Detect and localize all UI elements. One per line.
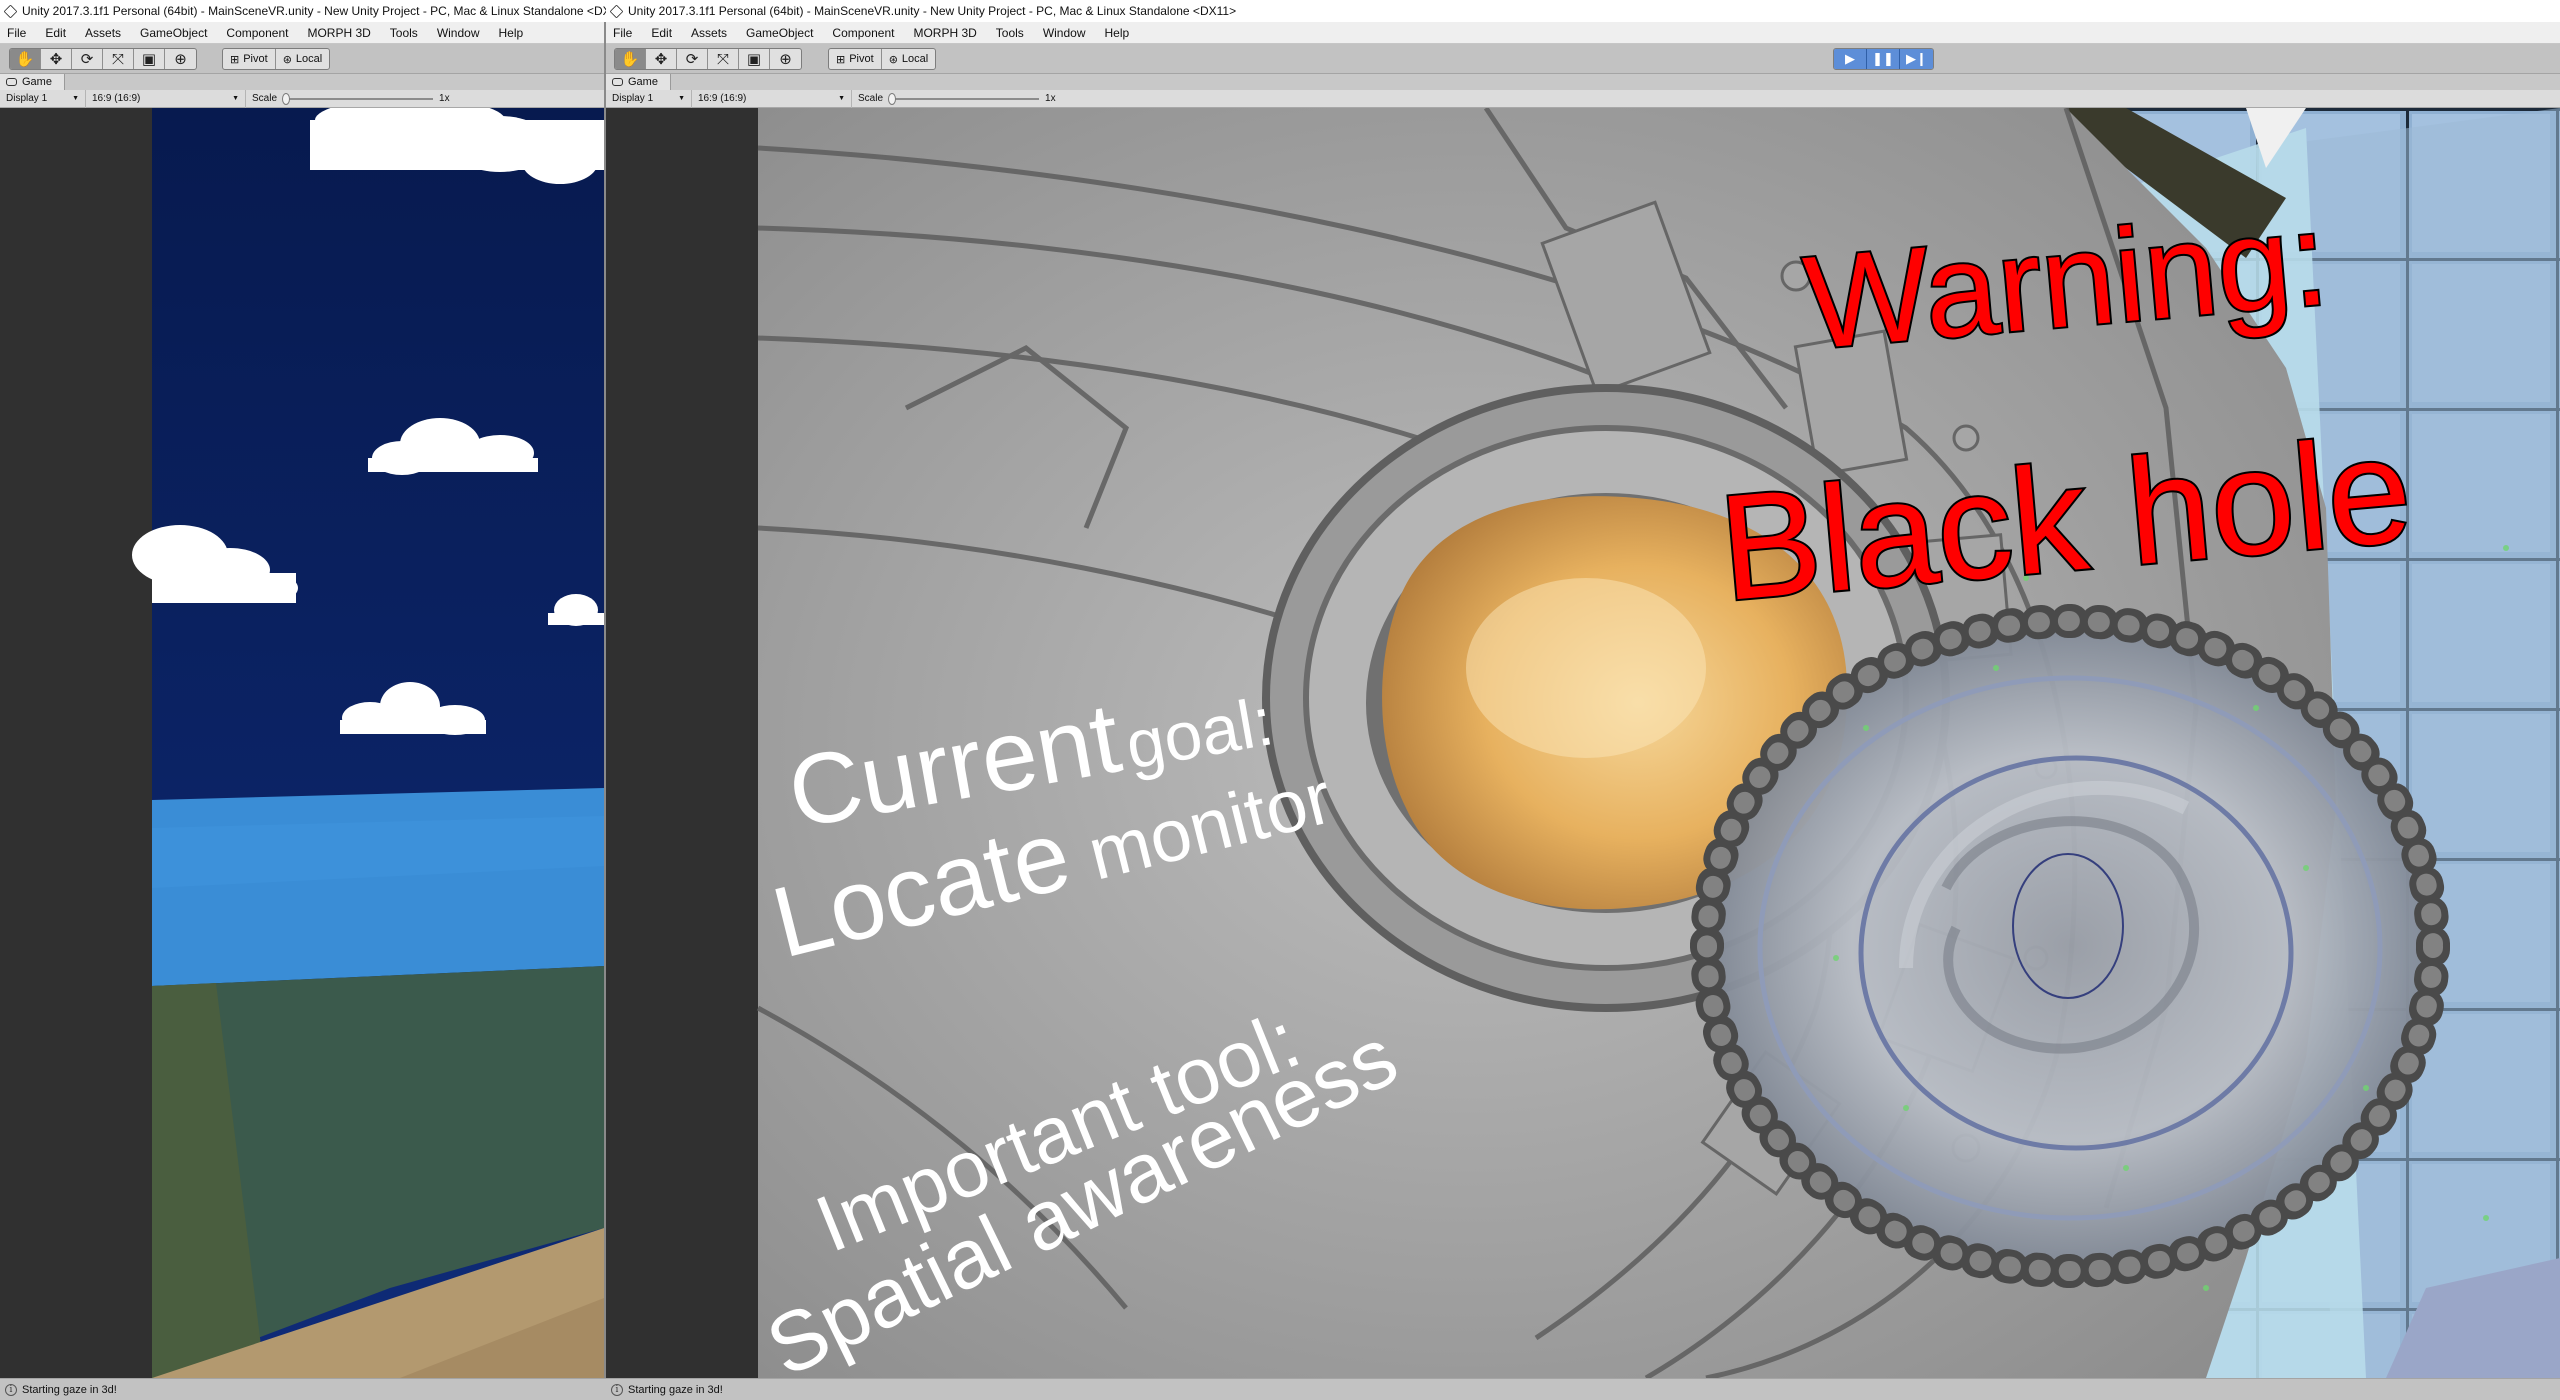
scene-render-right: Warning: Black hole Current goal: Locate… [606, 108, 2560, 1378]
panel-tab-row: Game [0, 74, 604, 90]
local-icon: ⊛ [888, 53, 898, 66]
scale-control: Scale 1x [252, 92, 450, 105]
menu-morph3d[interactable]: MORPH 3D [913, 26, 976, 40]
menu-component[interactable]: Component [832, 26, 894, 40]
menu-edit[interactable]: Edit [45, 26, 66, 40]
pivot-button[interactable]: ⊞ Pivot [829, 49, 882, 69]
scale-control: Scale 1x [858, 92, 1056, 105]
dropdown-arrow-icon: ▼ [232, 95, 239, 102]
main-toolbar: ✋ ✥ ⟳ ⤧ ▣ ⊕ ⊞ Pivot ⊛ Local ✋ ✥ ⟳ ⤧ ▣ ⊕ ⊞ P… [0, 44, 2560, 74]
move-icon[interactable]: ✥ [646, 49, 677, 69]
info-icon: i [611, 1384, 623, 1396]
local-icon: ⊛ [282, 53, 292, 66]
scale-icon[interactable]: ⤧ [708, 49, 739, 69]
scene-render-left [132, 108, 604, 1378]
local-button[interactable]: ⊛ Local [276, 49, 330, 69]
rect-icon[interactable]: ▣ [134, 49, 165, 69]
step-icon[interactable]: ▶❙ [1900, 49, 1933, 69]
status-text[interactable]: Starting gaze in 3d! [628, 1384, 723, 1396]
status-text[interactable]: Starting gaze in 3d! [22, 1384, 117, 1396]
transform-icon[interactable]: ⊕ [165, 49, 196, 69]
title-bar: Unity 2017.3.1f1 Personal (64bit) - Main… [0, 0, 2560, 22]
pause-icon[interactable]: ❚❚ [1867, 49, 1900, 69]
menu-window[interactable]: Window [437, 26, 480, 40]
game-viewport-left[interactable] [0, 108, 604, 1378]
scale-slider-handle[interactable] [888, 92, 897, 105]
window-title-text: Unity 2017.3.1f1 Personal (64bit) - Main… [628, 4, 1237, 18]
rect-icon[interactable]: ▣ [739, 49, 770, 69]
scale-slider[interactable] [282, 92, 434, 105]
window-title-text: Unity 2017.3.1f1 Personal (64bit) - Main… [22, 4, 606, 18]
pivot-button[interactable]: ⊞ Pivot [223, 49, 276, 69]
sea [152, 788, 604, 986]
status-left: i Starting gaze in 3d! [0, 1379, 117, 1400]
menu-assets[interactable]: Assets [691, 26, 727, 40]
menu-help[interactable]: Help [499, 26, 524, 40]
rotate-icon[interactable]: ⟳ [72, 49, 103, 69]
unity-icon [609, 4, 624, 18]
rotate-icon[interactable]: ⟳ [677, 49, 708, 69]
status-bar: i Starting gaze in 3d! i Starting gaze i… [0, 1378, 2560, 1400]
window-title-left: Unity 2017.3.1f1 Personal (64bit) - Main… [0, 0, 606, 22]
pivot-icon: ⊞ [836, 53, 846, 66]
pivot-icon: ⊞ [230, 53, 240, 66]
scale-icon[interactable]: ⤧ [103, 49, 134, 69]
transform-tools: ✋ ✥ ⟳ ⤧ ▣ ⊕ [614, 48, 802, 70]
menu-tools[interactable]: Tools [390, 26, 418, 40]
transform-tools: ✋ ✥ ⟳ ⤧ ▣ ⊕ [9, 48, 197, 70]
status-right: i Starting gaze in 3d! [606, 1379, 723, 1400]
pivot-toggle-group: ⊞ Pivot ⊛ Local [222, 48, 331, 70]
play-controls: ▶ ❚❚ ▶❙ [1833, 48, 1934, 70]
game-viewport-right[interactable]: Warning: Black hole Current goal: Locate… [606, 108, 2560, 1378]
game-panel-left: Game Display 1 ▼ 16:9 (16:9) ▼ Scale 1x [0, 74, 604, 1378]
menu-component[interactable]: Component [226, 26, 288, 40]
hand-icon[interactable]: ✋ [615, 49, 646, 69]
menu-tools[interactable]: Tools [996, 26, 1024, 40]
tab-game[interactable]: Game [0, 74, 65, 90]
display-dropdown[interactable]: Display 1 ▼ [606, 89, 692, 108]
move-icon[interactable]: ✥ [41, 49, 72, 69]
game-view-toolbar: Display 1 ▼ 16:9 (16:9) ▼ Scale 1x [0, 89, 604, 108]
menu-help[interactable]: Help [1105, 26, 1130, 40]
aspect-dropdown[interactable]: 16:9 (16:9) ▼ [692, 89, 852, 108]
game-controller-icon [612, 78, 623, 86]
tab-game[interactable]: Game [606, 74, 671, 90]
transform-icon[interactable]: ⊕ [770, 49, 801, 69]
display-dropdown[interactable]: Display 1 ▼ [0, 89, 86, 108]
menu-file[interactable]: File [7, 26, 26, 40]
menu-morph3d[interactable]: MORPH 3D [307, 26, 370, 40]
menu-group-right: File Edit Assets GameObject Component MO… [606, 22, 1129, 44]
game-controller-icon [6, 78, 17, 86]
menu-gameobject[interactable]: GameObject [746, 26, 813, 40]
menu-group-left: File Edit Assets GameObject Component MO… [0, 22, 523, 44]
menu-assets[interactable]: Assets [85, 26, 121, 40]
dropdown-arrow-icon: ▼ [72, 95, 79, 102]
hand-icon[interactable]: ✋ [10, 49, 41, 69]
panel-tab-row: Game [606, 74, 2560, 90]
window-title-right: Unity 2017.3.1f1 Personal (64bit) - Main… [606, 0, 1506, 22]
scale-slider[interactable] [888, 92, 1040, 105]
menu-file[interactable]: File [613, 26, 632, 40]
aspect-dropdown[interactable]: 16:9 (16:9) ▼ [86, 89, 246, 108]
info-icon: i [5, 1384, 17, 1396]
pivot-toggle-group: ⊞ Pivot ⊛ Local [828, 48, 937, 70]
unity-icon [3, 4, 18, 18]
dropdown-arrow-icon: ▼ [678, 95, 685, 102]
local-button[interactable]: ⊛ Local [882, 49, 936, 69]
menu-bar: File Edit Assets GameObject Component MO… [0, 22, 2560, 44]
game-view-toolbar: Display 1 ▼ 16:9 (16:9) ▼ Scale 1x [606, 89, 2560, 108]
menu-window[interactable]: Window [1043, 26, 1086, 40]
dropdown-arrow-icon: ▼ [838, 95, 845, 102]
game-panel-right: Game Display 1▼ 16:9 (16:9)▼ Scale 1x [606, 74, 2560, 1378]
menu-edit[interactable]: Edit [651, 26, 672, 40]
menu-gameobject[interactable]: GameObject [140, 26, 207, 40]
scale-slider-handle[interactable] [282, 92, 291, 105]
play-icon[interactable]: ▶ [1834, 49, 1867, 69]
